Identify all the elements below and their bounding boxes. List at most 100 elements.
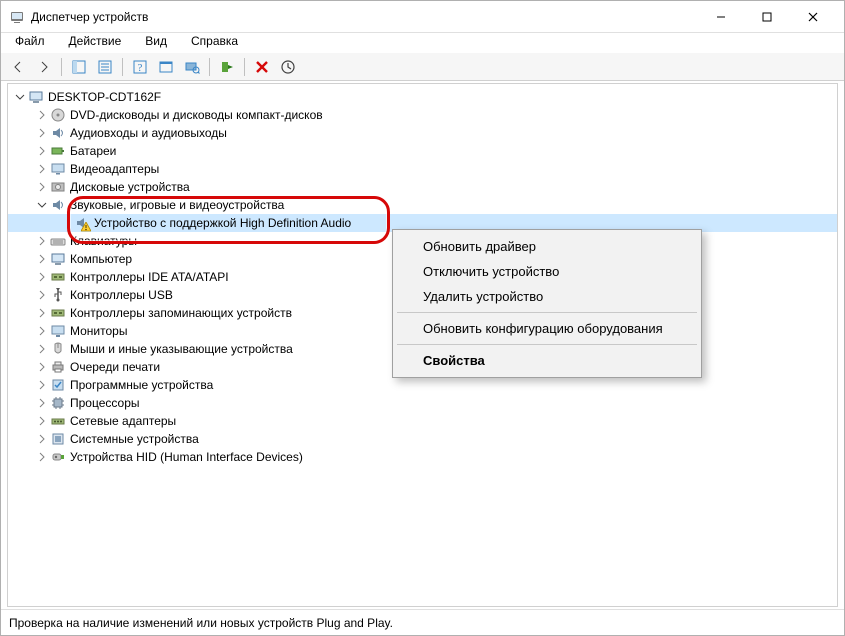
property-sheet-button[interactable] [155, 56, 177, 78]
ctx-sep1 [397, 312, 697, 313]
chevron-right-icon[interactable] [36, 271, 48, 283]
sound-device-warning-icon [74, 215, 90, 231]
ctx-properties[interactable]: Свойства [395, 348, 699, 373]
computer-icon [28, 89, 44, 105]
usb-icon [50, 287, 66, 303]
controller-icon [50, 269, 66, 285]
chevron-right-icon[interactable] [36, 145, 48, 157]
chevron-right-icon[interactable] [36, 343, 48, 355]
tree-category-label: Батареи [70, 144, 116, 158]
sound-icon [50, 197, 66, 213]
tree-category[interactable]: Аудиовходы и аудиовыходы [8, 124, 837, 142]
tree-category-label: Процессоры [70, 396, 140, 410]
tree-category-label: Клавиатуры [70, 234, 137, 248]
tree-category[interactable]: Дисковые устройства [8, 178, 837, 196]
tree-category-label: Мониторы [70, 324, 127, 338]
tree-category[interactable]: Программные устройства [8, 376, 837, 394]
app-icon [9, 9, 25, 25]
tree-category[interactable]: Процессоры [8, 394, 837, 412]
printer-icon [50, 359, 66, 375]
chevron-right-icon[interactable] [36, 415, 48, 427]
svg-text:?: ? [138, 62, 143, 74]
tree-category-label: Системные устройства [70, 432, 199, 446]
menu-help[interactable]: Справка [187, 32, 242, 50]
ctx-scan-hardware[interactable]: Обновить конфигурацию оборудования [395, 316, 699, 341]
window-title: Диспетчер устройств [31, 10, 698, 24]
tree-root[interactable]: DESKTOP-CDT162F [8, 88, 837, 106]
network-icon [50, 413, 66, 429]
tree-category-sound[interactable]: Звуковые, игровые и видеоустройства [8, 196, 837, 214]
menu-view[interactable]: Вид [141, 32, 171, 50]
uninstall-device-button[interactable] [251, 56, 273, 78]
tree-category-label: Мыши и иные указывающие устройства [70, 342, 293, 356]
tree-category-label: Устройства HID (Human Interface Devices) [70, 450, 303, 464]
tree-category[interactable]: Устройства HID (Human Interface Devices) [8, 448, 837, 466]
system-icon [50, 431, 66, 447]
maximize-button[interactable] [744, 1, 790, 33]
menu-action[interactable]: Действие [65, 32, 126, 50]
chevron-right-icon[interactable] [36, 163, 48, 175]
tree-category-label: Дисковые устройства [70, 180, 190, 194]
controller-icon [50, 305, 66, 321]
tree-category[interactable]: Сетевые адаптеры [8, 412, 837, 430]
properties-button[interactable] [94, 56, 116, 78]
chevron-right-icon[interactable] [36, 433, 48, 445]
close-button[interactable] [790, 1, 836, 33]
enable-device-button[interactable] [216, 56, 238, 78]
tree-category-label: Сетевые адаптеры [70, 414, 176, 428]
chevron-right-icon[interactable] [36, 397, 48, 409]
tree-category-label: Компьютер [70, 252, 132, 266]
back-button[interactable] [7, 56, 29, 78]
update-driver-button[interactable] [277, 56, 299, 78]
tree-category[interactable]: DVD-дисководы и дисководы компакт-дисков [8, 106, 837, 124]
help-button[interactable]: ? [129, 56, 151, 78]
scan-hardware-button[interactable] [181, 56, 203, 78]
status-text: Проверка на наличие изменений или новых … [9, 616, 393, 630]
chevron-down-icon[interactable] [36, 199, 48, 211]
tree-category-label: Контроллеры USB [70, 288, 173, 302]
chevron-right-icon[interactable] [36, 109, 48, 121]
ctx-disable-device[interactable]: Отключить устройство [395, 259, 699, 284]
tree-item-label: Устройство с поддержкой High Definition … [94, 216, 351, 230]
tree-category[interactable]: Видеоадаптеры [8, 160, 837, 178]
menubar: Файл Действие Вид Справка [1, 33, 844, 53]
ctx-update-driver[interactable]: Обновить драйвер [395, 234, 699, 259]
chevron-right-icon[interactable] [36, 325, 48, 337]
chevron-right-icon[interactable] [36, 253, 48, 265]
chevron-down-icon[interactable] [14, 91, 26, 103]
soft-icon [50, 377, 66, 393]
chevron-right-icon[interactable] [36, 127, 48, 139]
menu-file[interactable]: Файл [11, 32, 49, 50]
tree-root-label: DESKTOP-CDT162F [48, 90, 161, 104]
show-hide-tree-button[interactable] [68, 56, 90, 78]
cpu-icon [50, 395, 66, 411]
chevron-right-icon[interactable] [36, 361, 48, 373]
hid-icon [50, 449, 66, 465]
display-icon [50, 161, 66, 177]
ctx-sep2 [397, 344, 697, 345]
minimize-button[interactable] [698, 1, 744, 33]
audio-icon [50, 125, 66, 141]
toolbar: ? [1, 53, 844, 81]
chevron-right-icon[interactable] [36, 451, 48, 463]
tree-category-label: Программные устройства [70, 378, 213, 392]
device-manager-window: Диспетчер устройств Файл Действие Вид Сп… [0, 0, 845, 636]
tree-category-label: Аудиовходы и аудиовыходы [70, 126, 227, 140]
titlebar: Диспетчер устройств [1, 1, 844, 33]
keyboard-icon [50, 233, 66, 249]
tree-category[interactable]: Батареи [8, 142, 837, 160]
chevron-right-icon[interactable] [36, 289, 48, 301]
dvd-icon [50, 107, 66, 123]
forward-button[interactable] [33, 56, 55, 78]
chevron-right-icon[interactable] [36, 379, 48, 391]
mouse-icon [50, 341, 66, 357]
window-controls [698, 1, 836, 33]
tree-category-label: Очереди печати [70, 360, 160, 374]
chevron-right-icon[interactable] [36, 307, 48, 319]
chevron-right-icon[interactable] [36, 181, 48, 193]
battery-icon [50, 143, 66, 159]
tree-category[interactable]: Системные устройства [8, 430, 837, 448]
chevron-right-icon[interactable] [36, 235, 48, 247]
ctx-delete-device[interactable]: Удалить устройство [395, 284, 699, 309]
tree-category-label: DVD-дисководы и дисководы компакт-дисков [70, 108, 323, 122]
